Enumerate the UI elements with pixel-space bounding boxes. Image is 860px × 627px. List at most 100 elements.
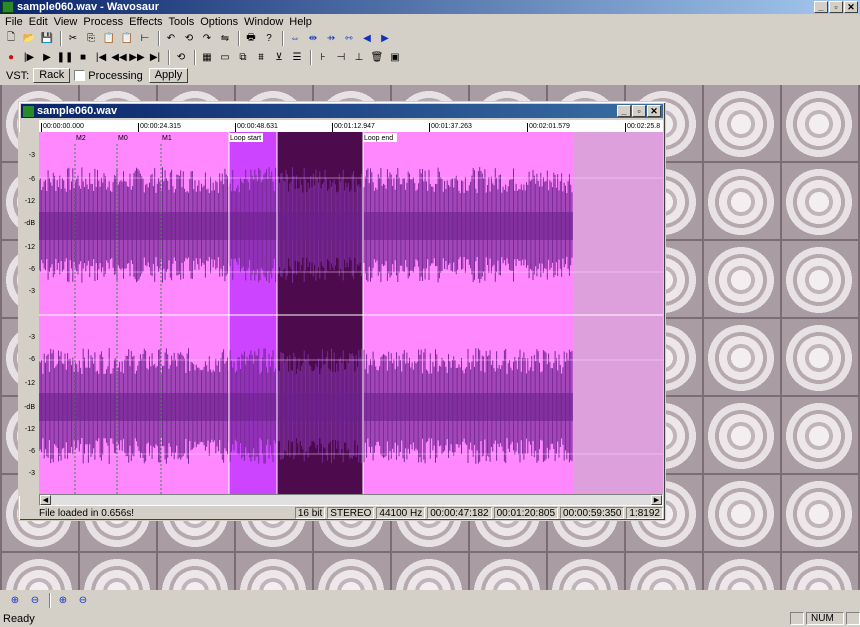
selection-length: 00:00:59:350 <box>560 507 625 519</box>
toolbar-transport: ● |▶ ▶ ❚❚ ■ |◀ ◀◀ ▶▶ ▶| ⟲ ▦ ▭ ⧉ ⩩ ⊻ ☰ ⊦ ⊣ ⊥ 🗑 ▣ <box>0 48 405 66</box>
doc-maximize-button[interactable]: ▫ <box>632 105 646 117</box>
marker-label[interactable]: M0 <box>118 135 128 142</box>
menu-edit[interactable]: Edit <box>26 16 51 28</box>
loop-end-label[interactable]: Loop end <box>364 135 393 142</box>
waveform-core <box>39 393 573 421</box>
loop-toggle-icon[interactable]: ⟲ <box>173 50 189 65</box>
region-icon[interactable]: ▭ <box>217 50 233 65</box>
scroll-left-icon[interactable]: ◀ <box>359 31 375 46</box>
waveform-view[interactable]: M2 M0 M1 Loop start Loop end <box>39 132 663 496</box>
marker-del-icon[interactable]: ⊥ <box>351 50 367 65</box>
zoom-sel-icon[interactable]: ⇿ <box>341 31 357 46</box>
rewind-icon[interactable]: |◀ <box>93 50 109 65</box>
toolbar-separator <box>49 592 51 608</box>
scroll-right-arrow-icon[interactable]: ▶ <box>651 495 662 505</box>
status-pane-scroll <box>846 612 860 625</box>
menu-file[interactable]: File <box>2 16 26 28</box>
print-icon[interactable]: 🖶 <box>243 31 259 46</box>
time-ruler[interactable]: 00:00:00.000 00:00:24.315 00:00:48.631 00:0… <box>39 120 663 132</box>
minimize-button[interactable]: _ <box>814 1 828 13</box>
restore-button[interactable]: ▫ <box>829 1 843 13</box>
menu-options[interactable]: Options <box>197 16 241 28</box>
trim-icon[interactable]: ⊢ <box>137 31 153 46</box>
app-titlebar: sample060.wav - Wavosaur _ ▫ ✕ <box>0 0 860 14</box>
amplitude-label: -12 <box>24 426 35 433</box>
paste-icon[interactable]: 📋 <box>101 31 117 46</box>
zoom-in-icon[interactable]: ⊕ <box>6 593 24 608</box>
marker-icon[interactable]: ▦ <box>199 50 215 65</box>
help-icon[interactable]: ? <box>261 31 277 46</box>
amplitude-label: -3 <box>28 288 35 295</box>
loop-icon[interactable]: ⟲ <box>181 31 197 46</box>
processing-checkbox[interactable] <box>74 70 86 81</box>
forward-icon[interactable]: ▶▶ <box>129 50 145 65</box>
zoom-fit-icon[interactable]: ⇔ <box>287 31 303 46</box>
menu-effects[interactable]: Effects <box>126 16 165 28</box>
zoom-out-h-icon[interactable]: ⇸ <box>323 31 339 46</box>
loop-start-label[interactable]: Loop start <box>230 135 261 142</box>
marker-add-icon[interactable]: ⊣ <box>333 50 349 65</box>
num-lock-indicator: NUM <box>806 612 844 625</box>
crop-icon[interactable]: ⧉ <box>235 50 251 65</box>
toolbar-separator <box>168 49 170 65</box>
mix-icon[interactable]: ⩩ <box>253 50 269 65</box>
status-message: File loaded in 0.656s! <box>39 507 135 519</box>
play-icon[interactable]: ▶ <box>39 50 55 65</box>
fade-icon[interactable]: ⊻ <box>271 50 287 65</box>
cut-icon[interactable]: ✂ <box>65 31 81 46</box>
document-status-bar: File loaded in 0.656s! 16 bit STEREO 441… <box>21 506 663 520</box>
zoom-in-h-icon[interactable]: ⇹ <box>305 31 321 46</box>
open-icon[interactable]: 📂 <box>21 31 37 46</box>
apply-button[interactable]: Apply <box>148 68 189 83</box>
scroll-left-arrow-icon[interactable]: ◀ <box>40 495 51 505</box>
paste-special-icon[interactable]: 📋 <box>119 31 135 46</box>
horizontal-scrollbar[interactable]: ◀ ▶ <box>39 494 663 506</box>
zoom-vertical-out-icon[interactable]: ⊖ <box>74 593 92 608</box>
save-icon[interactable]: 💾 <box>39 31 55 46</box>
back-icon[interactable]: ◀◀ <box>111 50 127 65</box>
copy-icon[interactable]: ⎘ <box>83 31 99 46</box>
doc-minimize-button[interactable]: _ <box>617 105 631 117</box>
marker-label[interactable]: M2 <box>76 135 86 142</box>
toolbar-separator <box>310 49 312 65</box>
waveform-core <box>39 212 573 240</box>
ruler-tick-label: 00:01:37.263 <box>429 123 472 132</box>
record-icon[interactable]: ● <box>3 50 19 65</box>
zoom-ratio: 1:8192 <box>626 507 663 519</box>
vst-icon[interactable]: ▣ <box>387 50 403 65</box>
select-icon[interactable]: ⊦ <box>315 50 331 65</box>
close-button[interactable]: ✕ <box>844 1 858 13</box>
stop-icon[interactable]: ■ <box>75 50 91 65</box>
menu-tools[interactable]: Tools <box>166 16 198 28</box>
amplitude-label: -12 <box>24 244 35 251</box>
menu-window[interactable]: Window <box>241 16 286 28</box>
trash-icon[interactable]: 🗑 <box>369 50 385 65</box>
menu-bar: File Edit View Process Effects Tools Options Wi… <box>0 14 860 29</box>
document-title: sample060.wav <box>37 105 118 117</box>
undo-icon[interactable]: ↶ <box>163 31 179 46</box>
eq-icon[interactable]: ☰ <box>289 50 305 65</box>
wave-file-icon <box>23 105 34 117</box>
new-icon[interactable]: 🗋 <box>3 31 19 46</box>
amplitude-label: -3 <box>28 470 35 477</box>
pause-icon[interactable]: ❚❚ <box>57 50 74 65</box>
ruler-tick-label: 00:02:01.579 <box>527 123 570 132</box>
amplitude-label: -3 <box>28 152 35 159</box>
scroll-right-icon[interactable]: ▶ <box>377 31 393 46</box>
play-loop-icon[interactable]: |▶ <box>21 50 37 65</box>
ruler-tick-label: 00:00:24.315 <box>138 123 181 132</box>
redo-icon[interactable]: ↷ <box>199 31 215 46</box>
sample-rate: 44100 Hz <box>376 507 426 519</box>
menu-view[interactable]: View <box>51 16 81 28</box>
marker-label[interactable]: M1 <box>162 135 172 142</box>
end-icon[interactable]: ▶| <box>147 50 163 65</box>
normalize-icon[interactable]: ⇋ <box>217 31 233 46</box>
zoom-vertical-in-icon[interactable]: ⊕ <box>54 593 72 608</box>
document-titlebar: sample060.wav _ ▫ ✕ <box>21 104 663 118</box>
menu-help[interactable]: Help <box>286 16 315 28</box>
zoom-out-icon[interactable]: ⊖ <box>26 593 44 608</box>
doc-close-button[interactable]: ✕ <box>647 105 661 117</box>
rack-button[interactable]: Rack <box>33 68 71 83</box>
ruler-tick-label: 00:01:12.947 <box>332 123 375 132</box>
menu-process[interactable]: Process <box>80 16 126 28</box>
